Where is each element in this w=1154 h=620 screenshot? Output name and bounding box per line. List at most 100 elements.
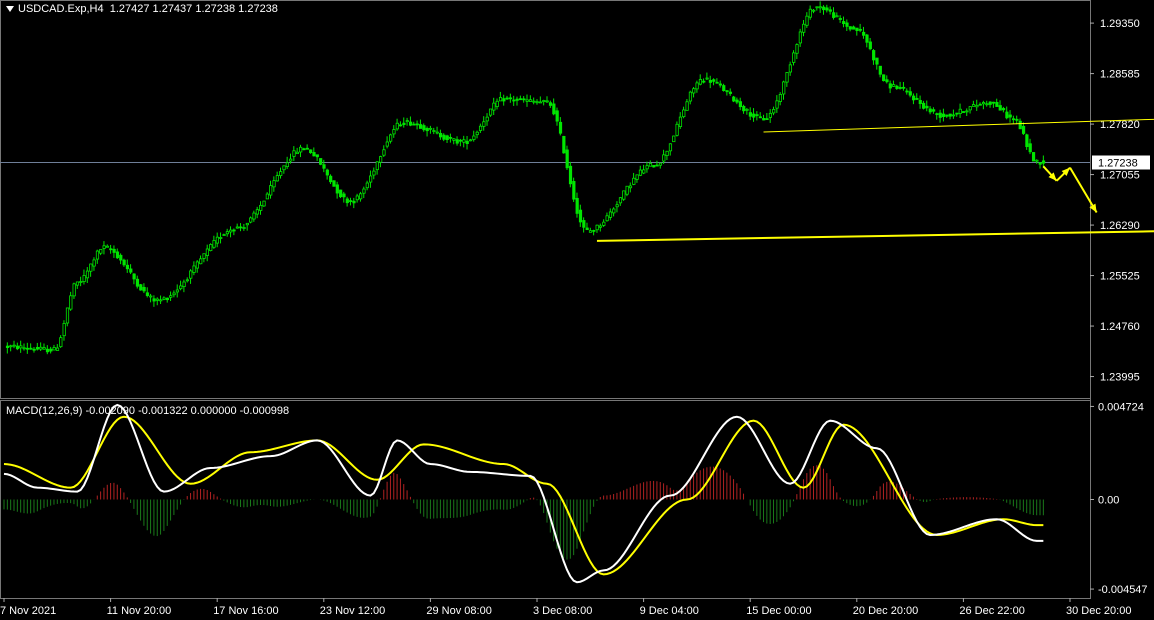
candle-body: [375, 161, 379, 171]
candle-body: [805, 15, 809, 26]
chart-canvas[interactable]: 1.293501.285851.278201.270551.262901.255…: [0, 0, 1154, 620]
candle-body: [125, 264, 130, 270]
candle-body: [209, 244, 213, 252]
candle-body: [892, 84, 896, 87]
current-price-label: 1.27238: [1098, 158, 1138, 170]
candle-body: [595, 224, 599, 231]
candle-body: [658, 162, 663, 166]
candle-body: [488, 108, 493, 116]
candle-body: [545, 100, 549, 103]
candle-body: [908, 91, 912, 96]
candle-body: [602, 221, 606, 226]
candle-body: [349, 200, 353, 202]
symbol-info: USDCAD.Exp,H4 1.27427 1.27437 1.27238 1.…: [6, 3, 278, 15]
time-axis-tick-label: 30 Dec 20:00: [1066, 605, 1131, 617]
price-axis-tick-label: 1.26290: [1100, 220, 1140, 232]
candle-body: [399, 124, 403, 127]
candle-body: [832, 12, 836, 18]
candle-body: [612, 208, 616, 214]
time-axis-tick-label: 11 Nov 20:00: [107, 605, 172, 617]
candle-body: [668, 143, 673, 152]
candle-body: [615, 204, 619, 208]
candle-body: [115, 251, 120, 259]
dropdown-triangle-icon[interactable]: [6, 6, 14, 13]
candle-body: [572, 181, 576, 200]
candle-body: [522, 98, 526, 101]
candle-body: [182, 281, 186, 287]
candle-body: [532, 100, 536, 103]
macd-main-line: [3, 403, 1044, 584]
candle-body: [828, 9, 832, 12]
time-axis-tick-label: 29 Nov 08:00: [426, 605, 491, 617]
candle-body: [818, 6, 822, 9]
candle-body: [858, 28, 862, 31]
candle-body: [302, 148, 306, 151]
candle-body: [702, 80, 706, 83]
price-axis-tick-label: 1.23995: [1100, 372, 1140, 384]
candle-body: [592, 230, 596, 232]
candle-body: [885, 79, 889, 83]
candle-body: [912, 95, 916, 101]
time-axis-tick-label: 7 Nov 2021: [0, 605, 56, 617]
candle-body: [362, 188, 366, 194]
candle-body: [252, 212, 256, 220]
candle-body: [775, 100, 779, 109]
candle-body: [59, 337, 63, 348]
macd-axis-tick-label: 0.00: [1098, 495, 1119, 507]
candle-body: [385, 141, 389, 147]
candle-body: [942, 113, 946, 118]
candle-body: [255, 209, 259, 215]
candle-body: [139, 284, 143, 291]
candle-body: [295, 151, 299, 155]
candle-body: [482, 121, 486, 127]
candle-body: [32, 348, 36, 351]
candle-body: [778, 94, 782, 102]
candle-body: [445, 135, 449, 141]
candle-body: [292, 150, 296, 157]
candle-body: [495, 100, 499, 107]
candle-body: [299, 146, 303, 153]
candle-body: [352, 200, 356, 204]
candle-body: [405, 120, 409, 123]
candle-body: [905, 90, 909, 93]
candle-body: [49, 348, 53, 352]
candle-body: [862, 31, 866, 36]
time-axis-tick-label: 17 Nov 16:00: [213, 605, 278, 617]
candle-body: [82, 275, 86, 282]
candle-body: [1031, 152, 1036, 162]
candle-body: [898, 87, 902, 89]
time-axis-tick-label: 3 Dec 08:00: [533, 605, 592, 617]
candle-body: [618, 197, 623, 204]
ohlc-values: 1.27427 1.27437 1.27238 1.27238: [109, 3, 278, 15]
macd-signal-line: [3, 415, 1044, 576]
candle-body: [29, 347, 33, 350]
candle-body: [165, 297, 170, 301]
candle-body: [428, 127, 433, 130]
candle-body: [555, 110, 559, 122]
candle-body: [5, 345, 10, 348]
candle-body: [788, 64, 792, 73]
candle-body: [735, 99, 739, 103]
main-panel-frame: [0, 0, 1091, 399]
candle-body: [102, 245, 106, 249]
candle-body: [1001, 108, 1006, 111]
candle-body: [692, 88, 696, 94]
candle-body: [72, 283, 76, 297]
candle-body: [455, 139, 459, 144]
candle-body: [965, 110, 969, 113]
candle-body: [638, 169, 643, 176]
candle-body: [582, 220, 586, 228]
candle-body: [642, 169, 646, 174]
candle-body: [975, 104, 979, 108]
candle-body: [845, 22, 849, 27]
candle-body: [99, 248, 103, 254]
candle-body: [19, 345, 23, 349]
candle-body: [55, 347, 60, 351]
candle-body: [245, 222, 249, 226]
candle-body: [515, 98, 519, 101]
candle-body: [1005, 111, 1009, 119]
candle-body: [325, 169, 329, 176]
candle-body: [239, 226, 243, 229]
candle-body: [752, 113, 756, 118]
candle-body: [162, 297, 166, 300]
